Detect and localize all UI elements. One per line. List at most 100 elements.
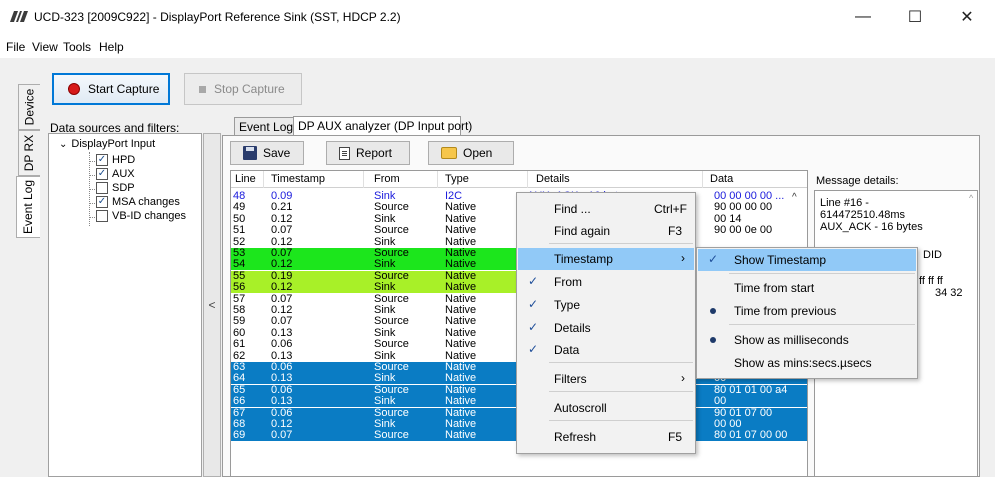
checkbox[interactable]	[96, 210, 108, 222]
context-menu-item[interactable]: Find ... Ctrl+F	[518, 198, 694, 220]
maximize-button[interactable]: ☐	[895, 4, 935, 30]
submenu-item[interactable]: Time from start	[698, 277, 916, 299]
context-menu-label: Find again	[554, 224, 611, 238]
cell-type: Native	[445, 429, 477, 442]
cell-line: 59	[233, 315, 246, 328]
tab-dp-rx[interactable]: DP RX	[18, 130, 40, 176]
save-button[interactable]: Save	[230, 141, 304, 165]
menu-tools[interactable]: Tools	[63, 40, 91, 54]
report-button[interactable]: Report	[326, 141, 410, 165]
menu-file[interactable]: File	[6, 40, 25, 54]
cell-from: Sink	[374, 304, 396, 316]
tree-item[interactable]: ✓ MSA changes	[96, 196, 180, 208]
open-button[interactable]: Open	[428, 141, 514, 165]
cell-line: 48	[233, 190, 246, 202]
tree-root[interactable]: ⌄ DisplayPort Input	[59, 138, 155, 150]
cell-line: 66	[233, 395, 246, 408]
cell-type: Native	[445, 395, 477, 408]
context-menu-label: Refresh	[554, 430, 597, 444]
cell-data: 90 01 07 00	[714, 406, 773, 419]
checkbox[interactable]: ✓	[96, 168, 108, 180]
checkbox[interactable]: ✓	[96, 196, 108, 208]
shortcut-label: Ctrl+F	[654, 202, 687, 216]
report-icon	[339, 146, 350, 160]
col-data[interactable]: Data	[710, 173, 733, 185]
col-line[interactable]: Line	[235, 173, 256, 185]
cell-type: Native	[445, 326, 477, 339]
context-menu-item[interactable]: ✓ Details	[518, 317, 694, 339]
col-separator	[363, 171, 364, 188]
cell-line: 69	[233, 429, 246, 442]
tree-item[interactable]: ✓ HPD	[96, 154, 135, 166]
timestamp-submenu: ✓ Show Timestamp Time from start Time from …	[696, 247, 918, 379]
tree-item[interactable]: SDP	[96, 182, 135, 194]
cell-from: Sink	[374, 372, 396, 385]
context-menu-item[interactable]: Autoscroll	[518, 397, 694, 419]
tree-item-label: MSA changes	[112, 196, 180, 208]
submenu-label: Show as mins:secs.µsecs	[734, 356, 872, 370]
cell-from: Source	[374, 338, 409, 351]
col-details[interactable]: Details	[536, 173, 570, 185]
app-icon	[9, 11, 29, 22]
cell-type: Native	[445, 315, 477, 328]
tab-device-label: Device	[22, 88, 37, 126]
col-type[interactable]: Type	[445, 173, 469, 185]
submenu-item[interactable]: Show as mins:secs.µsecs	[698, 352, 916, 374]
cell-type: Native	[445, 224, 477, 237]
message-scroll-up-icon[interactable]: ^	[969, 193, 973, 203]
shortcut-label: F3	[668, 224, 683, 238]
context-menu-item[interactable]: ✓ From	[518, 271, 694, 293]
tab-event-log[interactable]: Event Log	[16, 176, 40, 238]
cell-line: 58	[233, 304, 246, 316]
collapse-panel-button[interactable]: <	[203, 133, 221, 477]
cell-ts: 0.13	[271, 349, 293, 362]
cell-from: Source	[374, 247, 409, 259]
minimize-button[interactable]: —	[843, 4, 883, 30]
tab-event-log-view[interactable]: Event Log	[234, 117, 294, 135]
cell-ts: 0.12	[271, 212, 293, 225]
cell-line: 62	[233, 349, 246, 362]
col-timestamp[interactable]: Timestamp	[271, 173, 325, 185]
context-menu-item[interactable]: Find again F3	[518, 220, 694, 242]
tree-item[interactable]: ✓ AUX	[96, 168, 135, 180]
cell-from: Source	[374, 224, 409, 237]
cell-line: 65	[233, 383, 246, 396]
context-menu-label: Find ...	[554, 202, 591, 216]
context-menu-item[interactable]: Refresh F5	[518, 426, 694, 448]
context-menu-item[interactable]: ✓ Data	[518, 339, 694, 361]
submenu-item[interactable]: Time from previous	[698, 300, 916, 322]
start-capture-button[interactable]: Start Capture	[52, 73, 170, 105]
cell-ts: 0.06	[271, 406, 293, 419]
menu-help[interactable]: Help	[99, 40, 124, 54]
cell-type: Native	[445, 383, 477, 396]
cell-line: 51	[233, 224, 246, 237]
context-menu-item[interactable]: Timestamp ›	[518, 248, 694, 270]
stop-capture-button[interactable]: Stop Capture	[184, 73, 302, 105]
context-menu-item[interactable]: Filters ›	[518, 368, 694, 390]
chevron-down-icon[interactable]: ⌄	[59, 139, 67, 150]
tree-item[interactable]: VB-ID changes	[96, 210, 186, 222]
context-menu-label: Details	[554, 321, 591, 335]
save-label: Save	[263, 146, 291, 160]
cell-type: Native	[445, 361, 477, 373]
menu-view[interactable]: View	[32, 40, 58, 54]
side-tab-strip: Device DP RX Event Log	[16, 84, 42, 284]
submenu-item[interactable]: Show as milliseconds	[698, 329, 916, 351]
context-menu-label: Autoscroll	[554, 401, 607, 415]
message-line: Line #16 -	[820, 197, 869, 209]
cell-from: Source	[374, 383, 409, 396]
submenu-item[interactable]: ✓ Show Timestamp	[698, 249, 916, 271]
tab-device[interactable]: Device	[18, 84, 40, 130]
record-icon	[68, 83, 80, 95]
close-button[interactable]: ✕	[947, 4, 987, 30]
cell-from: Sink	[374, 418, 396, 430]
cell-ts: 0.13	[271, 395, 293, 408]
checkbox[interactable]	[96, 182, 108, 194]
checkbox[interactable]: ✓	[96, 154, 108, 166]
context-menu-item[interactable]: ✓ Type	[518, 294, 694, 316]
menu-separator	[729, 324, 915, 325]
cell-from: Sink	[374, 190, 396, 202]
col-from[interactable]: From	[374, 173, 400, 185]
message-fragment: 34 32	[935, 287, 963, 299]
tab-dp-aux-analyzer[interactable]: DP AUX analyzer (DP Input port)	[293, 116, 472, 136]
